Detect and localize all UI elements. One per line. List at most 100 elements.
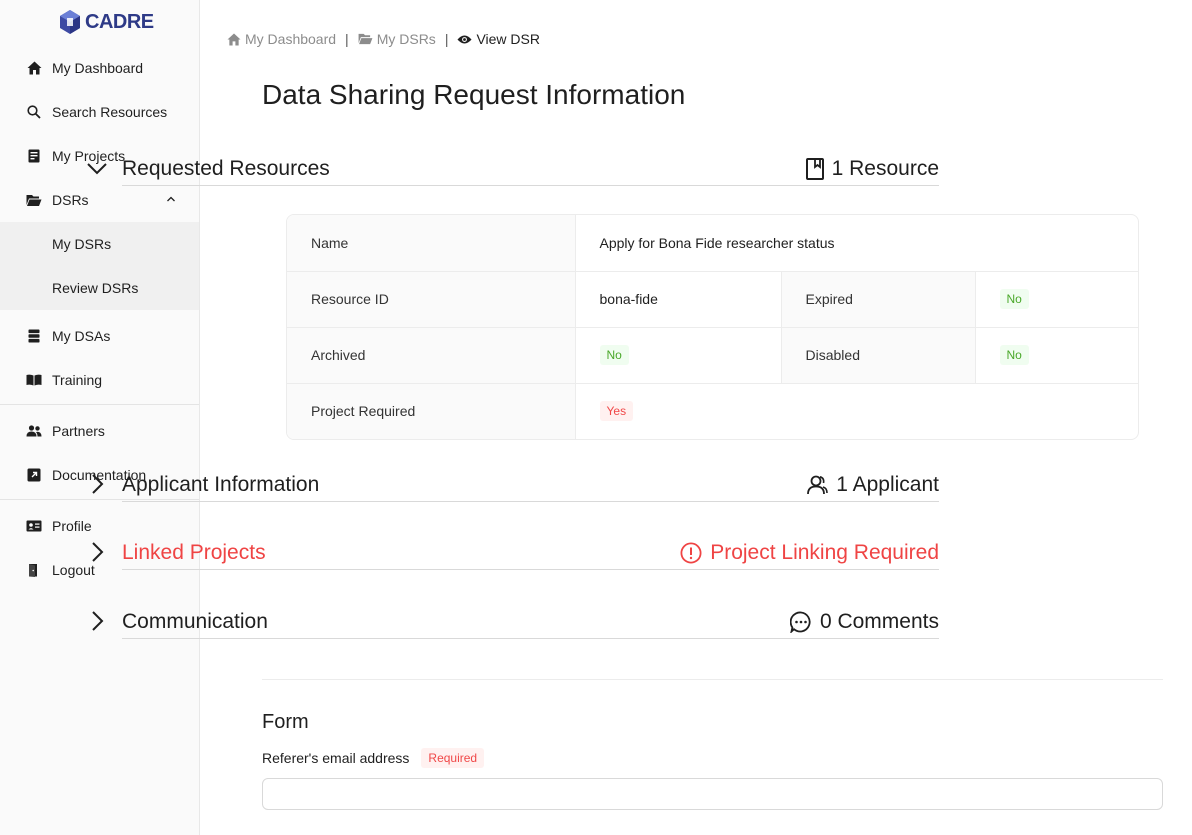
- table-row: Archived No Disabled No: [287, 327, 1138, 384]
- page-title: Data Sharing Request Information: [262, 79, 686, 110]
- section-meta-text: 0 Comments: [819, 609, 939, 633]
- section-meta-text: 1 Resource: [831, 156, 939, 180]
- resource-name-value: Apply for Bona Fide researcher status: [575, 215, 1138, 272]
- breadcrumb-separator: |: [345, 31, 349, 47]
- sidebar-item-label: My DSRs: [52, 236, 112, 252]
- email-field-label: Referer's email address Required: [262, 748, 485, 768]
- cadre-logo-icon: [60, 10, 80, 34]
- sidebar-item-my-dsrs[interactable]: My DSRs: [0, 222, 199, 266]
- home-icon: [26, 60, 42, 76]
- sidebar-item-my-dsas[interactable]: My DSAs: [0, 314, 199, 358]
- section-meta: 1 Applicant: [806, 473, 939, 497]
- expired-label: Expired: [781, 271, 976, 328]
- section-meta: Project Linking Required: [680, 541, 939, 565]
- chevron-down-icon[interactable]: [86, 157, 108, 179]
- project-required-status-tag: Yes: [599, 401, 634, 422]
- sidebar-item-training[interactable]: Training: [0, 358, 199, 402]
- sidebar-item-label: Training: [52, 372, 103, 388]
- sidebar-item-label: Search Resources: [52, 104, 168, 120]
- breadcrumb-item-view-dsr: View DSR: [457, 31, 540, 47]
- breadcrumb-separator: |: [444, 31, 449, 47]
- archived-cell: No: [575, 327, 782, 384]
- sidebar-item-label: Partners: [52, 423, 105, 439]
- external-link-icon: [26, 467, 42, 483]
- disabled-status-tag: No: [999, 345, 1029, 365]
- folder-open-icon: [358, 33, 373, 45]
- breadcrumb-label[interactable]: My Dashboard: [245, 31, 336, 47]
- chevron-right-icon[interactable]: [86, 473, 108, 495]
- sidebar-item-my-dashboard[interactable]: My Dashboard: [0, 46, 199, 90]
- chevron-right-icon[interactable]: [86, 610, 108, 632]
- sidebar-item-label: DSRs: [52, 192, 89, 208]
- sidebar-item-label: Review DSRs: [52, 280, 139, 296]
- section-header-row: Applicant Information 1 Applicant: [122, 466, 939, 502]
- sidebar-item-label: My DSAs: [52, 328, 111, 344]
- breadcrumb-item-my-dsrs[interactable]: My DSRs: [358, 31, 436, 47]
- disabled-label: Disabled: [781, 327, 976, 384]
- section-meta: 1 Resource: [805, 156, 939, 181]
- home-icon: [227, 32, 241, 46]
- archived-status-tag: No: [599, 345, 629, 365]
- form-divider: [262, 679, 1163, 680]
- eye-icon: [457, 35, 472, 43]
- breadcrumb-label: View DSR: [476, 31, 540, 47]
- section-requested-resources[interactable]: Requested Resources 1 Resource: [86, 150, 939, 186]
- table-row: Name Apply for Bona Fide researcher stat…: [287, 215, 1138, 272]
- referer-email-input[interactable]: [262, 778, 1163, 810]
- sidebar-item-search-resources[interactable]: Search Resources: [0, 90, 199, 134]
- section-linked-projects[interactable]: Linked Projects Project Linking Required: [86, 534, 939, 570]
- sidebar: CADRE My Dashboard Search Resources My P…: [0, 0, 200, 835]
- form-title: Form: [262, 711, 309, 733]
- breadcrumb-item-my-dashboard[interactable]: My Dashboard: [227, 31, 336, 47]
- chevron-right-icon[interactable]: [86, 541, 108, 563]
- required-tag: Required: [421, 748, 485, 768]
- section-title: Requested Resources: [122, 156, 330, 180]
- id-card-icon: [26, 518, 42, 534]
- section-header-row: Communication 0 Comments: [122, 603, 939, 639]
- section-title: Communication: [122, 609, 268, 633]
- section-title: Linked Projects: [122, 540, 266, 564]
- search-icon: [26, 104, 42, 120]
- book-outline-icon: [805, 157, 824, 180]
- resource-id-value: bona-fide: [575, 271, 782, 328]
- resource-name-label: Name: [287, 215, 576, 272]
- table-row: Project Required Yes: [287, 383, 1138, 439]
- users-icon: [807, 475, 829, 494]
- section-meta: 0 Comments: [789, 609, 939, 634]
- section-meta-text: Project Linking Required: [710, 540, 939, 564]
- resource-details-table: Name Apply for Bona Fide researcher stat…: [286, 214, 1139, 440]
- logout-icon: [26, 562, 42, 578]
- section-meta-text: 1 Applicant: [836, 472, 939, 496]
- project-required-label: Project Required: [287, 383, 576, 439]
- section-title: Applicant Information: [122, 472, 320, 496]
- comment-icon: [789, 611, 811, 633]
- resource-id-label: Resource ID: [287, 271, 576, 328]
- logo-text: CADRE: [85, 10, 154, 33]
- projects-icon: [26, 148, 42, 164]
- folder-open-icon: [26, 192, 42, 208]
- database-icon: [26, 328, 42, 344]
- breadcrumb: My Dashboard | My DSRs | View DSR: [227, 31, 540, 47]
- email-label-text: Referer's email address: [262, 750, 410, 766]
- breadcrumb-label[interactable]: My DSRs: [377, 31, 436, 47]
- sidebar-item-label: My Dashboard: [52, 60, 144, 76]
- book-icon: [26, 372, 42, 388]
- team-icon: [26, 423, 42, 439]
- chevron-up-icon[interactable]: [165, 193, 177, 205]
- sidebar-nav: My Dashboard Search Resources My Project…: [0, 46, 199, 592]
- disabled-cell: No: [975, 327, 1138, 384]
- sidebar-item-partners[interactable]: Partners: [0, 409, 199, 453]
- cadre-logo[interactable]: CADRE: [58, 8, 154, 36]
- section-header-row: Requested Resources 1 Resource: [122, 150, 939, 186]
- section-communication[interactable]: Communication 0 Comments: [86, 603, 939, 639]
- section-header-row: Linked Projects Project Linking Required: [122, 534, 939, 570]
- section-applicant-information[interactable]: Applicant Information 1 Applicant: [86, 466, 939, 502]
- sidebar-divider: [0, 404, 199, 405]
- dsrs-submenu: My DSRs Review DSRs: [0, 222, 199, 310]
- exclamation-circle-icon: [680, 541, 702, 564]
- sidebar-item-review-dsrs[interactable]: Review DSRs: [0, 266, 199, 310]
- sidebar-item-label: Profile: [52, 518, 92, 534]
- project-required-cell: Yes: [575, 383, 1138, 439]
- expired-cell: No: [975, 271, 1138, 328]
- archived-label: Archived: [287, 327, 576, 384]
